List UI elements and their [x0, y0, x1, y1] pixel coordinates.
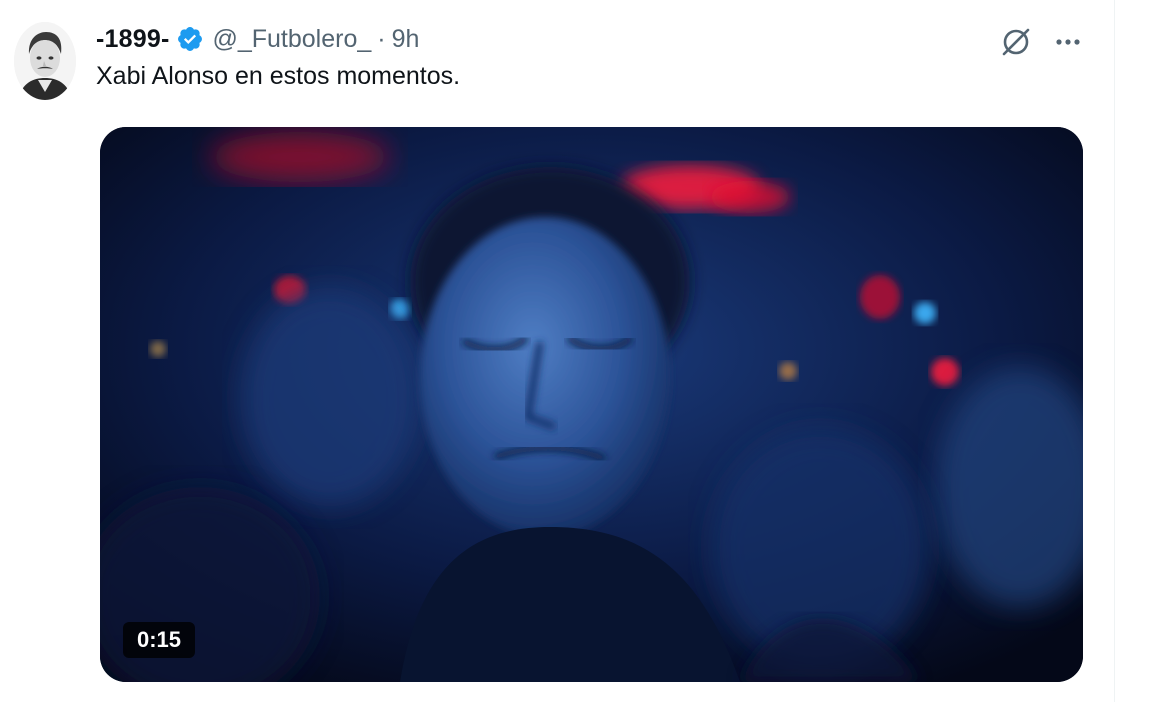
timeline-divider: [1114, 0, 1115, 702]
avatar[interactable]: [14, 22, 76, 100]
grok-button[interactable]: [998, 26, 1034, 62]
tweet[interactable]: -1899- @_Futbolero_ · 9h Xabi Alonso en …: [0, 0, 1114, 702]
handle[interactable]: @_Futbolero_: [212, 25, 371, 54]
tweet-header: -1899- @_Futbolero_ · 9h: [96, 22, 419, 56]
video-frame: [100, 127, 1083, 682]
more-options-button[interactable]: [1050, 26, 1086, 62]
video-duration-badge: 0:15: [123, 622, 196, 658]
grok-icon: [999, 25, 1033, 64]
more-dots-icon: [1053, 27, 1083, 62]
timestamp[interactable]: 9h: [392, 25, 420, 54]
verified-badge-icon: [176, 25, 204, 53]
separator-dot: ·: [377, 24, 386, 53]
video-player[interactable]: [100, 127, 1083, 682]
avatar-portrait: [14, 22, 76, 100]
tweet-text: Xabi Alonso en estos momentos.: [96, 62, 461, 90]
display-name[interactable]: -1899-: [96, 25, 169, 54]
